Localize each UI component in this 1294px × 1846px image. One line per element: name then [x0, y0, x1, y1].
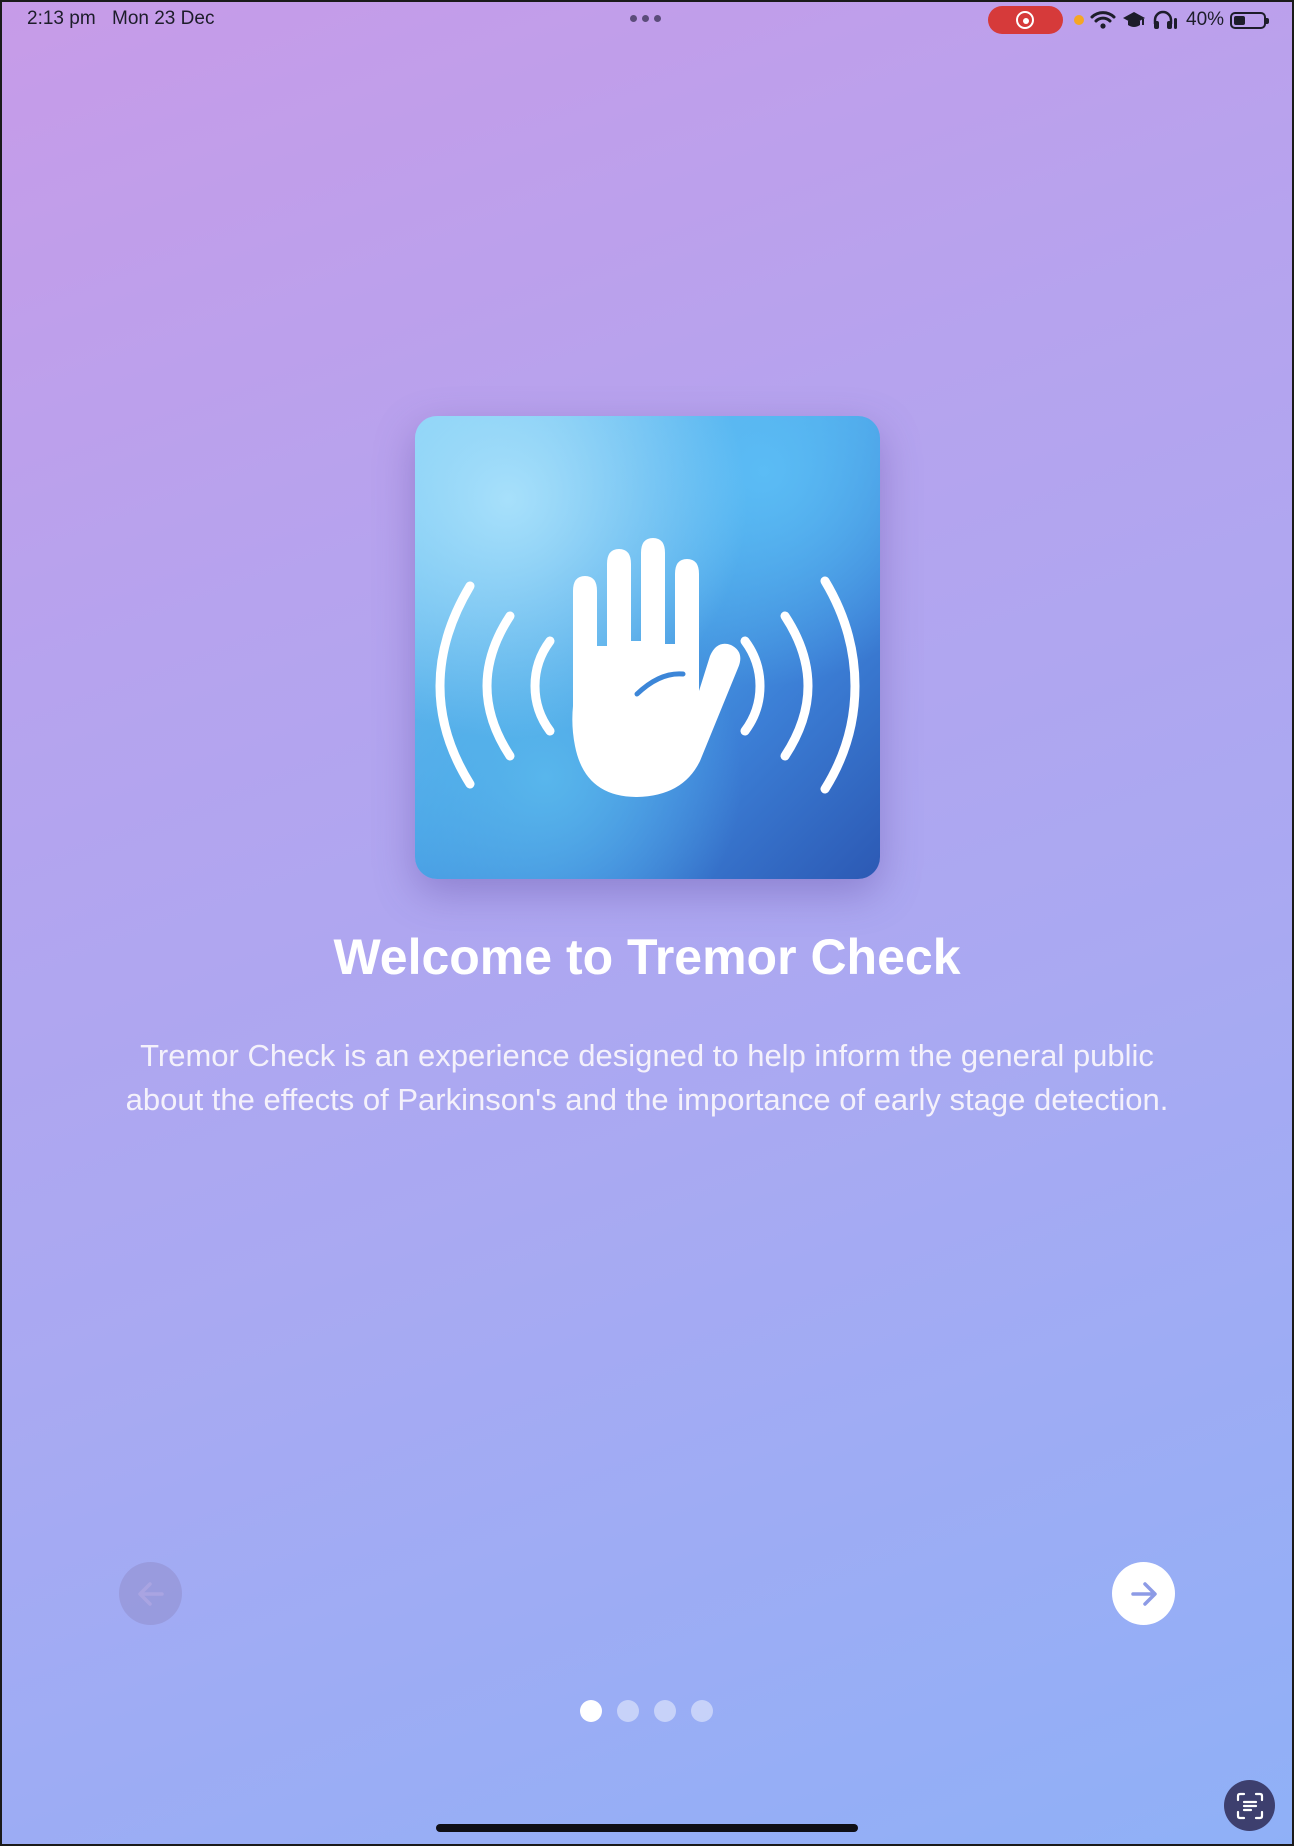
battery-icon	[1230, 11, 1270, 29]
graduation-cap-icon	[1123, 12, 1145, 27]
page-indicator[interactable]	[580, 1700, 713, 1722]
multitasking-menu-icon[interactable]	[630, 15, 661, 22]
screen-frame	[0, 0, 1294, 1846]
status-time: 2:13 pm	[27, 8, 96, 29]
microphone-in-use-dot	[1074, 15, 1084, 25]
onboarding-title: Welcome to Tremor Check	[333, 929, 961, 985]
status-bar: 2:13 pm Mon 23 Dec 40%	[0, 0, 1294, 40]
live-text-icon	[1236, 1792, 1263, 1819]
arrow-left-icon	[137, 1581, 164, 1606]
page-dot[interactable]	[580, 1700, 602, 1722]
live-text-button[interactable]	[1224, 1780, 1275, 1831]
status-date: Mon 23 Dec	[112, 8, 215, 29]
previous-button[interactable]	[119, 1562, 182, 1625]
headphones-icon	[1153, 10, 1177, 29]
wifi-icon	[1090, 11, 1116, 29]
onboarding-description: Tremor Check is an experience designed t…	[125, 1038, 1169, 1117]
arrow-right-icon	[1130, 1581, 1157, 1606]
screen-recording-indicator[interactable]	[988, 6, 1063, 34]
battery-fill	[1234, 15, 1246, 25]
battery-percentage: 40%	[1186, 9, 1225, 30]
page-dot[interactable]	[691, 1700, 713, 1722]
hand-tremor-icon	[415, 416, 880, 879]
next-button[interactable]	[1112, 1562, 1175, 1625]
page-dot[interactable]	[617, 1700, 639, 1722]
home-indicator[interactable]	[436, 1824, 858, 1832]
status-icons: 40%	[1090, 6, 1270, 34]
page-dot[interactable]	[654, 1700, 676, 1722]
